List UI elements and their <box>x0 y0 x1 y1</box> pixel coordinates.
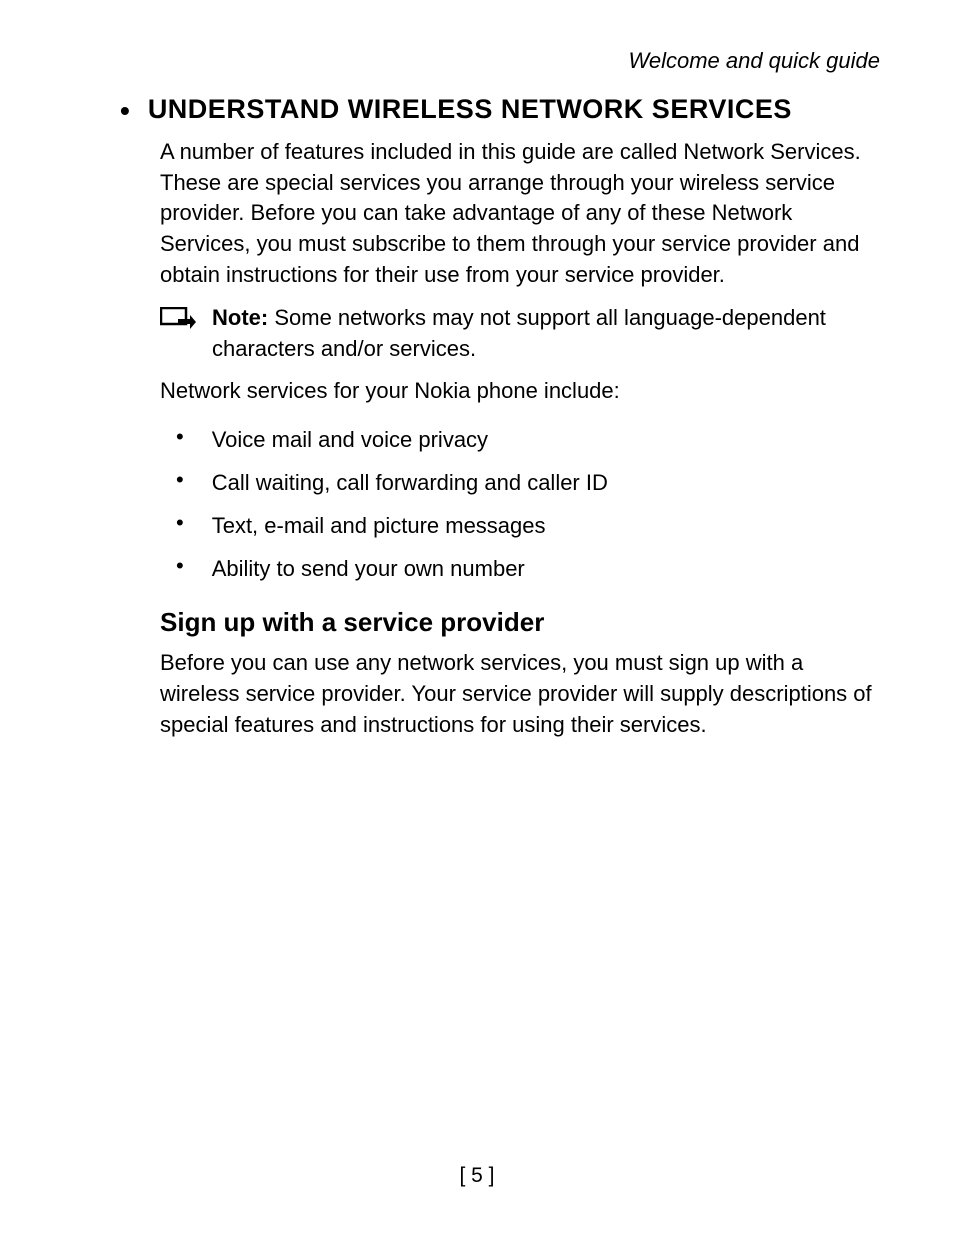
bullet-icon: • <box>176 552 184 581</box>
page-number: [ 5 ] <box>0 1164 954 1188</box>
list-item-text: Text, e-mail and picture messages <box>212 509 546 542</box>
subsection-body: Before you can use any network services,… <box>160 648 884 740</box>
subsection-heading: Sign up with a service provider <box>160 607 884 638</box>
list-item: • Text, e-mail and picture messages <box>160 509 884 542</box>
note-text: Note: Some networks may not support all … <box>212 303 884 365</box>
section-bullet-icon: • <box>120 96 130 127</box>
list-item: • Ability to send your own number <box>160 552 884 585</box>
section-heading: UNDERSTAND WIRELESS NETWORK SERVICES <box>148 94 792 125</box>
list-item-text: Ability to send your own number <box>212 552 525 585</box>
list-item-text: Call waiting, call forwarding and caller… <box>212 466 608 499</box>
list-item: • Voice mail and voice privacy <box>160 423 884 456</box>
note-body: Some networks may not support all langua… <box>212 305 826 361</box>
note-arrow-icon <box>160 307 196 340</box>
bullet-icon: • <box>176 466 184 495</box>
list-item: • Call waiting, call forwarding and call… <box>160 466 884 499</box>
note-block: Note: Some networks may not support all … <box>160 303 884 365</box>
services-list: • Voice mail and voice privacy • Call wa… <box>160 423 884 585</box>
running-header: Welcome and quick guide <box>70 48 884 74</box>
note-label: Note: <box>212 305 268 330</box>
list-item-text: Voice mail and voice privacy <box>212 423 488 456</box>
intro-paragraph: A number of features included in this gu… <box>160 137 884 291</box>
bullet-icon: • <box>176 509 184 538</box>
list-intro: Network services for your Nokia phone in… <box>160 376 884 407</box>
bullet-icon: • <box>176 423 184 452</box>
